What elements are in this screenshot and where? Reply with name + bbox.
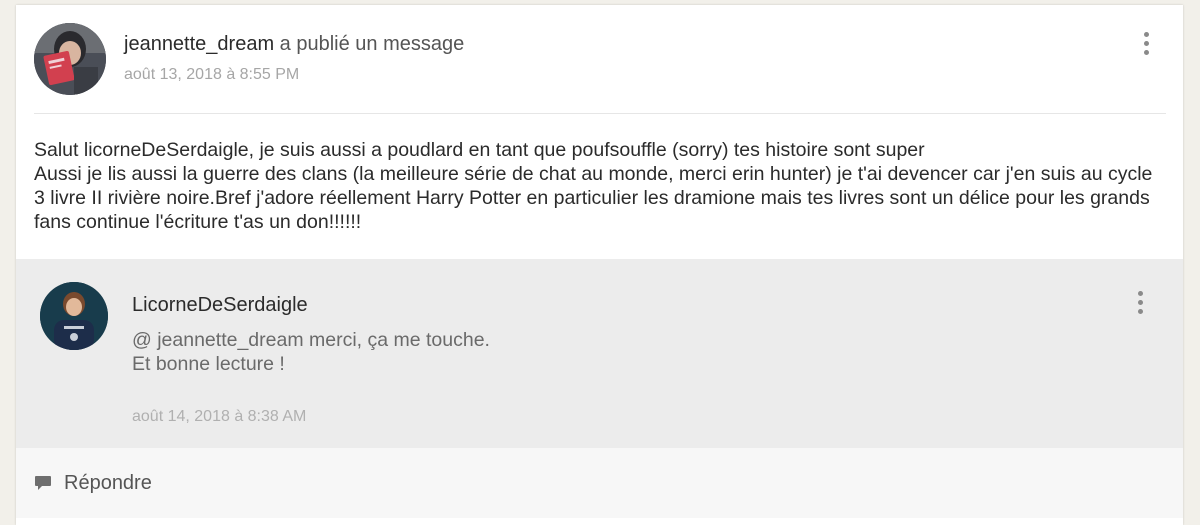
reply-timestamp: août 14, 2018 à 8:38 AM xyxy=(132,408,307,425)
reply-button[interactable]: Répondre xyxy=(34,472,152,495)
more-vertical-icon[interactable] xyxy=(1134,291,1146,317)
author-avatar[interactable] xyxy=(34,23,106,95)
author-line: jeannette_dream a publié un message xyxy=(124,33,464,56)
reply-author-avatar[interactable] xyxy=(40,282,108,350)
reply-author-name[interactable]: LicorneDeSerdaigle xyxy=(132,294,308,317)
reply-avatar-image xyxy=(40,282,108,350)
reply-text: @ jeannette_dream merci, ça me touche. E… xyxy=(132,329,490,375)
post-header: jeannette_dream a publié un message août… xyxy=(16,5,1183,113)
reply-button-label: Répondre xyxy=(64,472,152,494)
author-name[interactable]: jeannette_dream xyxy=(124,33,274,55)
post-body: Salut licorneDeSerdaigle, je suis aussi … xyxy=(34,139,1153,233)
header-divider xyxy=(34,113,1166,114)
post-timestamp: août 13, 2018 à 8:55 PM xyxy=(124,66,300,83)
author-avatar-image xyxy=(34,23,106,95)
more-vertical-icon[interactable] xyxy=(1140,32,1152,58)
message-card: jeannette_dream a publié un message août… xyxy=(16,5,1183,525)
comment-bubble-icon xyxy=(35,476,51,490)
post-action-text: a publié un message xyxy=(274,33,465,55)
reply-item: LicorneDeSerdaigle @ jeannette_dream mer… xyxy=(16,259,1183,448)
